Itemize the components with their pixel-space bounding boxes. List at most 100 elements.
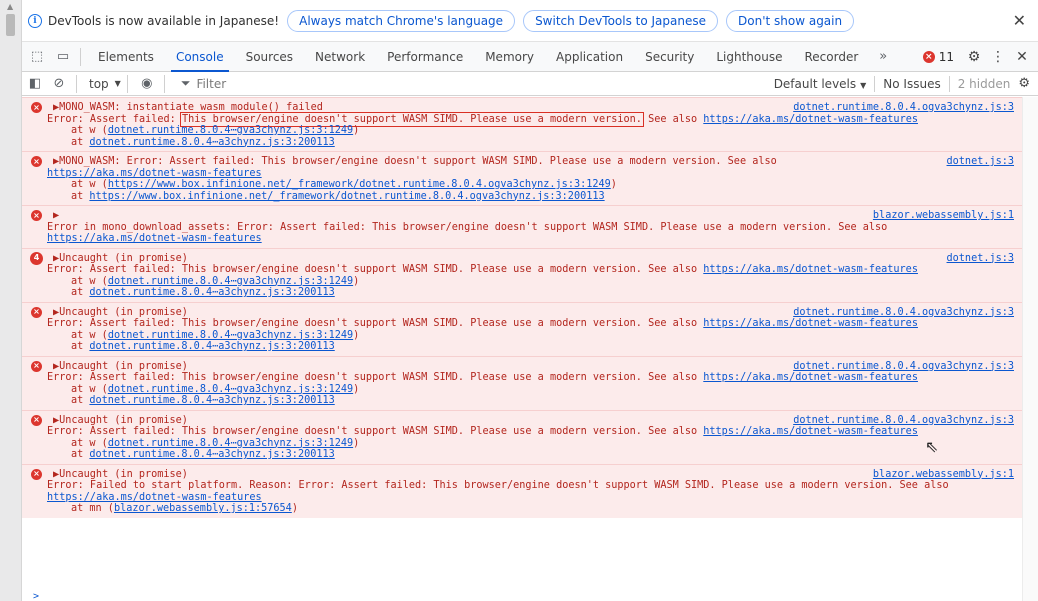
- message-header[interactable]: ▶Uncaught (in promise) dotnet.runtime.8.0…: [22, 361, 1014, 373]
- message-source-link[interactable]: dotnet.js:3: [947, 253, 1014, 265]
- tab-elements[interactable]: Elements: [87, 42, 165, 72]
- context-selector[interactable]: top ▼: [89, 77, 121, 91]
- message-header[interactable]: ▶Uncaught (in promise) dotnet.runtime.8.0…: [22, 415, 1014, 427]
- message-body: Error: Assert failed: This browser/engin…: [22, 426, 1014, 438]
- stack-frame-suffix: ): [610, 179, 617, 190]
- filter-icon: ⏷: [180, 76, 191, 90]
- message-head-text[interactable]: ▶MONO_WASM: instantiate_wasm_module() fa…: [53, 102, 323, 113]
- docs-link[interactable]: https://aka.ms/dotnet-wasm-features: [703, 318, 918, 329]
- stack-frame-prefix: at w (: [71, 383, 108, 395]
- device-toolbar-icon[interactable]: ▭: [52, 46, 74, 68]
- docs-link[interactable]: https://aka.ms/dotnet-wasm-features: [47, 233, 262, 244]
- stack-frame-prefix: at: [71, 341, 90, 352]
- message-head-text[interactable]: ▶Uncaught (in promise): [53, 415, 188, 426]
- stack-frame-link[interactable]: dotnet.runtime.8.0.4⋯a3chynz.js:3:200113: [89, 341, 334, 352]
- console-error-message: × ▶MONO_WASM: instantiate_wasm_module() f…: [22, 97, 1022, 151]
- close-icon[interactable]: ✕: [1013, 11, 1026, 30]
- switch-to-japanese-button[interactable]: Switch DevTools to Japanese: [523, 9, 718, 32]
- stack-frame-link[interactable]: dotnet.runtime.8.0.4⋯a3chynz.js:3:200113: [89, 395, 334, 406]
- more-tabs-icon[interactable]: »: [869, 49, 897, 64]
- message-header[interactable]: ▶Uncaught (in promise) dotnet.js:3: [22, 253, 1014, 265]
- devtools-panel: i DevTools is now available in Japanese!…: [22, 0, 1038, 601]
- tab-application[interactable]: Application: [545, 42, 634, 72]
- tab-recorder[interactable]: Recorder: [794, 42, 870, 72]
- filter-input[interactable]: ⏷ Filter: [181, 76, 226, 91]
- stack-frame-link[interactable]: dotnet.runtime.8.0.4⋯gva3chynz.js:3:1249: [108, 438, 353, 449]
- message-text: Error in mono_download_assets: Error: As…: [47, 221, 888, 233]
- scroll-thumb[interactable]: [6, 14, 15, 36]
- message-head-text[interactable]: ▶: [53, 210, 59, 221]
- docs-link[interactable]: https://aka.ms/dotnet-wasm-features: [703, 372, 918, 383]
- stack-frame-suffix: ): [353, 275, 360, 287]
- stack-frame-link[interactable]: dotnet.runtime.8.0.4⋯a3chynz.js:3:200113: [89, 137, 334, 148]
- message-head-text[interactable]: ▶Uncaught (in promise): [53, 307, 188, 318]
- docs-link[interactable]: https://aka.ms/dotnet-wasm-features: [703, 426, 918, 437]
- message-header[interactable]: ▶Uncaught (in promise) dotnet.runtime.8.0…: [22, 307, 1014, 319]
- stack-frame-suffix: ): [353, 437, 360, 449]
- message-head-text[interactable]: ▶Uncaught (in promise): [53, 361, 188, 372]
- scroll-up-icon[interactable]: ▲: [7, 2, 13, 11]
- always-match-language-button[interactable]: Always match Chrome's language: [287, 9, 516, 32]
- message-head-text[interactable]: ▶Uncaught (in promise): [53, 253, 188, 264]
- stack-frame-prefix: at: [71, 395, 90, 406]
- console-scrollbar[interactable]: [1022, 97, 1038, 601]
- message-source-link[interactable]: dotnet.runtime.8.0.4.ogva3chynz.js:3: [793, 361, 1014, 373]
- message-source-link[interactable]: dotnet.runtime.8.0.4.ogva3chynz.js:3: [793, 415, 1014, 427]
- inspect-element-icon[interactable]: ⬚: [26, 46, 48, 68]
- context-label: top: [89, 76, 109, 91]
- message-body: Error: Failed to start platform. Reason:…: [22, 480, 1014, 492]
- clear-console-icon[interactable]: ⊘: [48, 76, 70, 91]
- left-scroll-strip[interactable]: ▲: [0, 0, 22, 601]
- stack-frame-link[interactable]: dotnet.runtime.8.0.4⋯gva3chynz.js:3:1249: [108, 384, 353, 395]
- docs-link[interactable]: https://aka.ms/dotnet-wasm-features: [47, 492, 262, 503]
- message-source-link[interactable]: dotnet.js:3: [947, 156, 1014, 168]
- stack-frame-prefix: at: [71, 190, 90, 202]
- stack-frame-link[interactable]: dotnet.runtime.8.0.4⋯a3chynz.js:3:200113: [89, 287, 334, 298]
- stack-frame-link[interactable]: dotnet.runtime.8.0.4⋯a3chynz.js:3:200113: [89, 449, 334, 460]
- stack-frame-link[interactable]: dotnet.runtime.8.0.4⋯gva3chynz.js:3:1249: [108, 330, 353, 341]
- tab-console[interactable]: Console: [165, 42, 235, 72]
- docs-link[interactable]: https://aka.ms/dotnet-wasm-features: [703, 114, 918, 125]
- message-source-link[interactable]: blazor.webassembly.js:1: [873, 469, 1014, 481]
- console-error-message: 4 ▶Uncaught (in promise) dotnet.js:3 Error:…: [22, 247, 1022, 302]
- console-error-message: × ▶Uncaught (in promise) dotnet.runtime.8.…: [22, 409, 1022, 464]
- console-prompt[interactable]: >: [33, 591, 39, 601]
- docs-link[interactable]: https://aka.ms/dotnet-wasm-features: [47, 168, 262, 179]
- message-source-link[interactable]: dotnet.runtime.8.0.4.ogva3chynz.js:3: [793, 307, 1014, 319]
- message-text: Error: Failed to start platform. Reason:…: [47, 480, 949, 491]
- tab-performance[interactable]: Performance: [376, 42, 474, 72]
- stack-frame: at w (dotnet.runtime.8.0.4⋯gva3chynz.js:…: [22, 276, 1014, 288]
- issues-button[interactable]: No Issues: [883, 77, 940, 91]
- kebab-menu-icon[interactable]: ⋮: [986, 49, 1010, 65]
- live-expression-eye-icon[interactable]: ◉: [136, 76, 158, 91]
- stack-frame-link[interactable]: https://www.box.infinione.net/_framework…: [108, 179, 611, 190]
- message-header[interactable]: ▶MONO_WASM: Error: Assert failed: This b…: [22, 156, 1014, 168]
- close-devtools-icon[interactable]: ✕: [1010, 49, 1034, 65]
- settings-gear-icon[interactable]: ⚙: [962, 49, 986, 65]
- error-counter[interactable]: × 11: [922, 50, 954, 64]
- tab-security[interactable]: Security: [634, 42, 705, 72]
- divider: [163, 74, 165, 93]
- message-body: https://aka.ms/dotnet-wasm-features: [22, 492, 1014, 504]
- tab-sources[interactable]: Sources: [235, 42, 304, 72]
- message-head-text[interactable]: ▶Uncaught (in promise): [53, 469, 188, 480]
- message-head-text[interactable]: ▶MONO_WASM: Error: Assert failed: This b…: [53, 156, 777, 167]
- message-header[interactable]: ▶MONO_WASM: instantiate_wasm_module() fa…: [22, 102, 1014, 114]
- docs-link[interactable]: https://aka.ms/dotnet-wasm-features: [703, 264, 918, 275]
- message-header[interactable]: ▶Uncaught (in promise) blazor.webassembly…: [22, 469, 1014, 481]
- tab-network[interactable]: Network: [304, 42, 376, 72]
- stack-frame-link[interactable]: blazor.webassembly.js:1:57654: [114, 503, 292, 514]
- message-header[interactable]: ▶ blazor.webassembly.js:1: [22, 210, 1014, 222]
- tab-memory[interactable]: Memory: [474, 42, 545, 72]
- message-source-link[interactable]: blazor.webassembly.js:1: [873, 210, 1014, 222]
- log-levels-dropdown[interactable]: Default levels ▼: [774, 77, 867, 91]
- tab-lighthouse[interactable]: Lighthouse: [705, 42, 793, 72]
- sidebar-toggle-icon[interactable]: ◧: [24, 76, 46, 91]
- stack-frame-link[interactable]: https://www.box.infinione.net/_framework…: [89, 191, 604, 202]
- dont-show-again-button[interactable]: Don't show again: [726, 9, 855, 32]
- message-source-link[interactable]: dotnet.runtime.8.0.4.ogva3chynz.js:3: [793, 102, 1014, 114]
- console-settings-gear-icon[interactable]: ⚙: [1018, 76, 1030, 91]
- stack-frame-link[interactable]: dotnet.runtime.8.0.4⋯gva3chynz.js:3:1249: [108, 125, 353, 136]
- stack-frame-link[interactable]: dotnet.runtime.8.0.4⋯gva3chynz.js:3:1249: [108, 276, 353, 287]
- message-text: See also: [641, 113, 704, 125]
